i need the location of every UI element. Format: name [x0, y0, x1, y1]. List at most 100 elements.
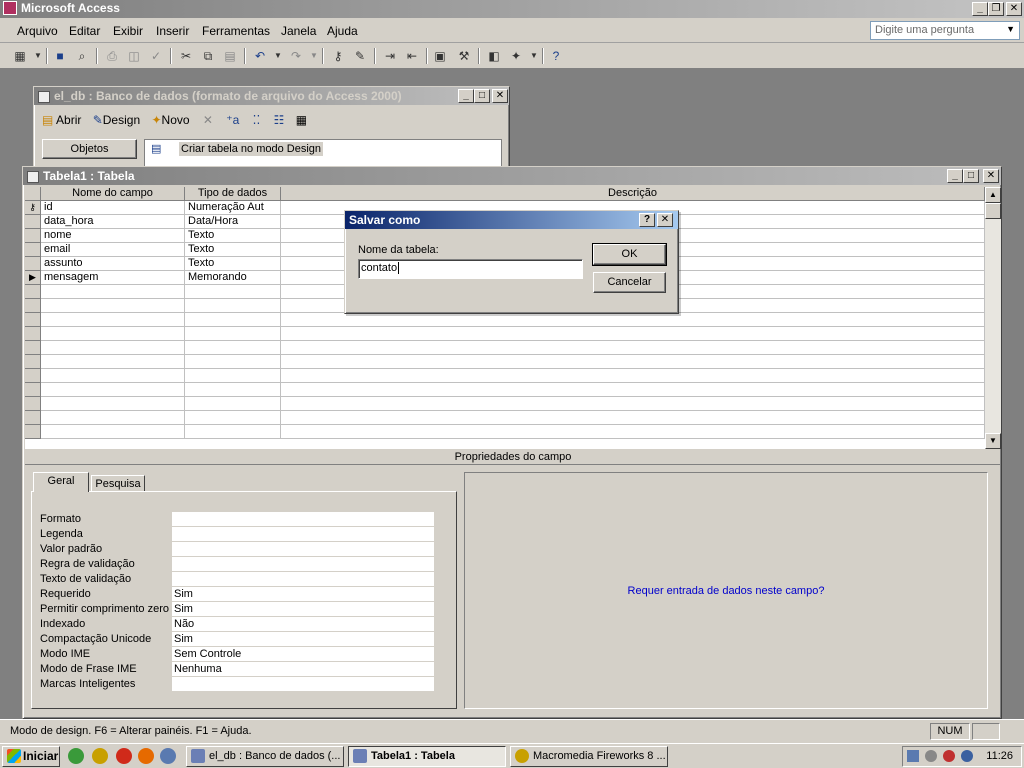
description-cell[interactable] [281, 355, 985, 369]
restore-icon[interactable]: ❐ [988, 2, 1004, 16]
property-value[interactable] [172, 542, 434, 557]
properties-icon[interactable]: ▣ [432, 48, 448, 64]
info-icon[interactable] [961, 750, 973, 762]
field-name-cell[interactable]: data_hora [41, 215, 185, 229]
small-icons-icon[interactable]: ⁚⁚ [253, 113, 261, 127]
build-icon[interactable]: ⚒ [456, 48, 472, 64]
minimize-icon[interactable]: _ [458, 89, 474, 103]
view-icon[interactable]: ▦ [12, 48, 28, 64]
field-name-cell[interactable]: email [41, 243, 185, 257]
menu-exibir[interactable]: Exibir [113, 24, 143, 38]
design-button[interactable]: ✎Design [93, 113, 140, 127]
large-icons-icon[interactable]: ⁺a [226, 113, 239, 127]
field-name-cell[interactable] [41, 285, 185, 299]
column-header-type[interactable]: Tipo de dados [185, 187, 281, 201]
minimize-icon[interactable]: _ [947, 169, 963, 183]
copy-icon[interactable]: ⧉ [200, 48, 216, 64]
grid-scrollbar[interactable]: ▲ ▼ [985, 187, 1001, 449]
delete-icon[interactable]: ✕ [203, 113, 213, 127]
row-selector[interactable] [25, 425, 41, 439]
table-row[interactable] [41, 397, 985, 411]
row-selector[interactable] [25, 355, 41, 369]
menu-janela[interactable]: Janela [281, 24, 316, 38]
help-icon[interactable]: ? [548, 48, 564, 64]
table-row[interactable] [41, 411, 985, 425]
data-type-cell[interactable] [185, 299, 281, 313]
close-icon[interactable]: ✕ [492, 89, 508, 103]
property-value[interactable] [172, 677, 434, 692]
data-type-cell[interactable] [185, 341, 281, 355]
field-name-cell[interactable] [41, 397, 185, 411]
property-value[interactable] [172, 512, 434, 527]
table-window-title-bar[interactable]: Tabela1 : Tabela _ □ ✕ [23, 167, 1001, 185]
print-icon[interactable]: ⎙ [104, 48, 120, 64]
tab-pesquisa[interactable]: Pesquisa [91, 475, 145, 492]
row-selector[interactable] [25, 285, 41, 299]
objects-button[interactable]: Objetos [42, 139, 137, 159]
row-selector[interactable] [25, 369, 41, 383]
cut-icon[interactable]: ✂ [178, 48, 194, 64]
property-value[interactable]: Sim [172, 587, 434, 602]
data-type-cell[interactable]: Texto [185, 229, 281, 243]
paste-icon[interactable]: ▤ [222, 48, 238, 64]
table-row[interactable] [41, 355, 985, 369]
antivirus-icon[interactable] [943, 750, 955, 762]
scroll-down-icon[interactable]: ▼ [985, 433, 1001, 449]
field-name-cell[interactable]: id [41, 201, 185, 215]
property-value[interactable] [172, 572, 434, 587]
row-selector[interactable]: ⚷ [25, 201, 41, 215]
description-cell[interactable] [281, 397, 985, 411]
primary-key-icon[interactable]: ⚷ [330, 48, 346, 64]
close-icon[interactable]: ✕ [1006, 2, 1022, 16]
description-cell[interactable] [281, 383, 985, 397]
task-table[interactable]: Tabela1 : Tabela [348, 746, 506, 767]
task-database[interactable]: el_db : Banco de dados (... [186, 746, 344, 767]
browser-icon[interactable] [160, 748, 176, 764]
open-button[interactable]: ▤ Abrir [42, 113, 81, 127]
dialog-title-bar[interactable]: Salvar como ? ✕ [345, 211, 678, 229]
insert-rows-icon[interactable]: ⇥ [382, 48, 398, 64]
description-cell[interactable] [281, 327, 985, 341]
data-type-cell[interactable] [185, 369, 281, 383]
minimize-icon[interactable]: _ [972, 2, 988, 16]
list-icon[interactable]: ☷ [274, 113, 285, 127]
data-type-cell[interactable] [185, 327, 281, 341]
table-row[interactable] [41, 369, 985, 383]
database-window-icon[interactable]: ◧ [486, 48, 502, 64]
network-icon[interactable] [907, 750, 919, 762]
dreamweaver-icon[interactable] [92, 748, 108, 764]
table-row[interactable] [41, 327, 985, 341]
data-type-cell[interactable] [185, 411, 281, 425]
menu-ajuda[interactable]: Ajuda [327, 24, 358, 38]
field-name-cell[interactable] [41, 299, 185, 313]
print-preview-icon[interactable]: ◫ [126, 48, 142, 64]
spelling-icon[interactable]: ✓ [148, 48, 164, 64]
row-selector[interactable] [25, 313, 41, 327]
quicklaunch-icon[interactable] [68, 748, 84, 764]
table-row[interactable] [41, 383, 985, 397]
property-value[interactable]: Sim [172, 602, 434, 617]
undo-dropdown-icon[interactable]: ▼ [270, 48, 286, 64]
row-selector[interactable] [25, 411, 41, 425]
row-selector[interactable] [25, 397, 41, 411]
field-name-cell[interactable] [41, 355, 185, 369]
field-name-cell[interactable] [41, 369, 185, 383]
row-selector[interactable] [25, 383, 41, 397]
tab-geral[interactable]: Geral [33, 472, 89, 492]
field-name-cell[interactable] [41, 313, 185, 327]
maximize-icon[interactable]: □ [474, 89, 490, 103]
data-type-cell[interactable]: Data/Hora [185, 215, 281, 229]
column-header-description[interactable]: Descrição [281, 187, 985, 201]
row-selector[interactable] [25, 215, 41, 229]
data-type-cell[interactable] [185, 383, 281, 397]
delete-rows-icon[interactable]: ⇤ [404, 48, 420, 64]
data-type-cell[interactable] [185, 285, 281, 299]
redo-icon[interactable]: ↷ [288, 48, 304, 64]
field-name-cell[interactable] [41, 411, 185, 425]
property-value[interactable] [172, 557, 434, 572]
table-row[interactable] [41, 425, 985, 439]
new-button[interactable]: ✦Novo [151, 113, 189, 127]
new-object-dropdown-icon[interactable]: ▼ [526, 48, 542, 64]
data-type-cell[interactable] [185, 397, 281, 411]
description-cell[interactable] [281, 313, 985, 327]
